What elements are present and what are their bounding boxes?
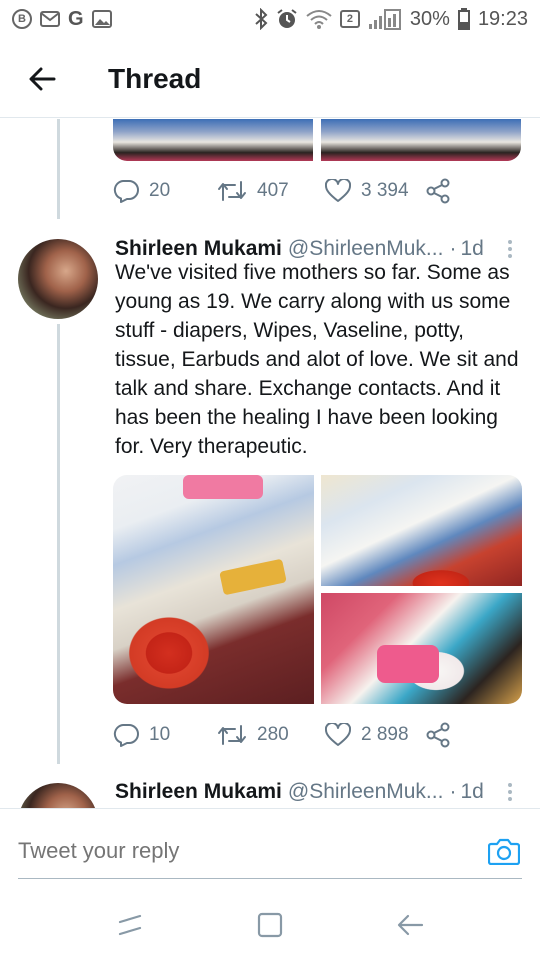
- more-dot: [508, 783, 512, 787]
- reply-icon: [113, 724, 139, 747]
- recents-button[interactable]: [100, 900, 160, 950]
- tweet-header: Shirleen Mukami @ShirleenMuk... · 1d: [115, 777, 484, 807]
- home-button[interactable]: [240, 900, 300, 950]
- bitcoin-badge-icon: B: [12, 9, 32, 29]
- reply-count: 10: [149, 724, 171, 745]
- tweet-text: We've visited five mothers so far. Some …: [115, 261, 519, 458]
- retweet-icon: [218, 181, 246, 201]
- google-icon: G: [68, 7, 84, 30]
- status-bar-left: B G: [12, 8, 112, 31]
- bluetooth-icon: [254, 8, 268, 30]
- wifi-badge: 2: [339, 10, 360, 28]
- avatar[interactable]: [18, 239, 98, 319]
- retweet-count: 407: [257, 180, 289, 201]
- like-count: 2 898: [361, 724, 409, 745]
- like-count: 3 394: [361, 180, 409, 201]
- more-dot: [508, 797, 512, 801]
- retweet-icon: [218, 725, 246, 745]
- status-bar: B G 2 30% 19:23: [0, 0, 540, 38]
- like-button[interactable]: 3 394: [325, 179, 425, 203]
- image-detail: [183, 475, 263, 499]
- signal-icon: [368, 8, 402, 30]
- more-dot: [508, 247, 512, 251]
- share-button[interactable]: [425, 722, 451, 748]
- page-title: Thread: [108, 62, 202, 94]
- thread-header: Thread: [0, 40, 540, 118]
- clock: 19:23: [477, 7, 528, 30]
- camera-icon: [488, 838, 520, 865]
- reply-icon: [113, 180, 139, 203]
- tweet-image[interactable]: [321, 593, 522, 704]
- nav-back-button[interactable]: [380, 900, 440, 950]
- tweet-image[interactable]: [113, 475, 314, 704]
- arrow-left-icon: [29, 67, 56, 90]
- back-button[interactable]: [0, 40, 84, 118]
- camera-button[interactable]: [486, 835, 522, 867]
- tweet-author-handle[interactable]: @ShirleenMuk...: [288, 780, 444, 804]
- avatar[interactable]: [18, 783, 98, 809]
- tweet-actions: 10 280 2 898: [113, 718, 473, 752]
- battery-icon: [457, 8, 470, 30]
- share-button[interactable]: [425, 178, 451, 204]
- thread-connector: [57, 324, 60, 764]
- image-detail: [219, 558, 287, 596]
- image-detail: [377, 645, 439, 683]
- system-nav-bar: [0, 889, 540, 960]
- reply-input[interactable]: [18, 831, 518, 871]
- tweet-media-grid: [113, 475, 522, 704]
- like-button[interactable]: 2 898: [325, 723, 425, 747]
- tweet-timestamp: 1d: [460, 780, 484, 803]
- back-icon: [397, 914, 424, 935]
- battery-percent: 30%: [409, 7, 450, 30]
- reply-count: 20: [149, 180, 171, 201]
- more-dot: [508, 240, 512, 244]
- retweet-count: 280: [257, 724, 289, 745]
- retweet-button[interactable]: 280: [217, 724, 325, 746]
- tweet-author-name[interactable]: Shirleen Mukami: [115, 780, 282, 804]
- tweet-image[interactable]: [113, 119, 313, 161]
- reply-bar: [0, 809, 540, 889]
- reply-button[interactable]: 10: [113, 723, 217, 747]
- home-icon: [257, 912, 283, 937]
- separator-dot: ·: [449, 780, 457, 803]
- reply-button[interactable]: 20: [113, 179, 217, 203]
- thread-list[interactable]: 20 407 3 394 Shirleen Mukami @ShirleenMu…: [0, 119, 540, 809]
- reply-input-underline: [18, 878, 522, 879]
- gmail-icon: [40, 11, 60, 27]
- tweet-image[interactable]: [321, 475, 522, 586]
- heart-icon: [325, 723, 351, 746]
- share-icon: [426, 722, 450, 748]
- wifi-icon: [306, 9, 332, 29]
- tweet-actions: 20 407 3 394: [113, 174, 473, 208]
- status-bar-right: 2 30% 19:23: [254, 8, 528, 31]
- alarm-icon: [276, 8, 298, 30]
- more-options-button[interactable]: [502, 777, 518, 807]
- tweet-image[interactable]: [321, 119, 521, 161]
- recents-icon: [118, 914, 142, 935]
- thread-connector: [57, 119, 60, 219]
- retweet-button[interactable]: 407: [217, 180, 325, 202]
- more-dot: [508, 790, 512, 794]
- heart-icon: [325, 179, 351, 202]
- share-icon: [426, 178, 450, 204]
- gallery-icon: [91, 10, 112, 28]
